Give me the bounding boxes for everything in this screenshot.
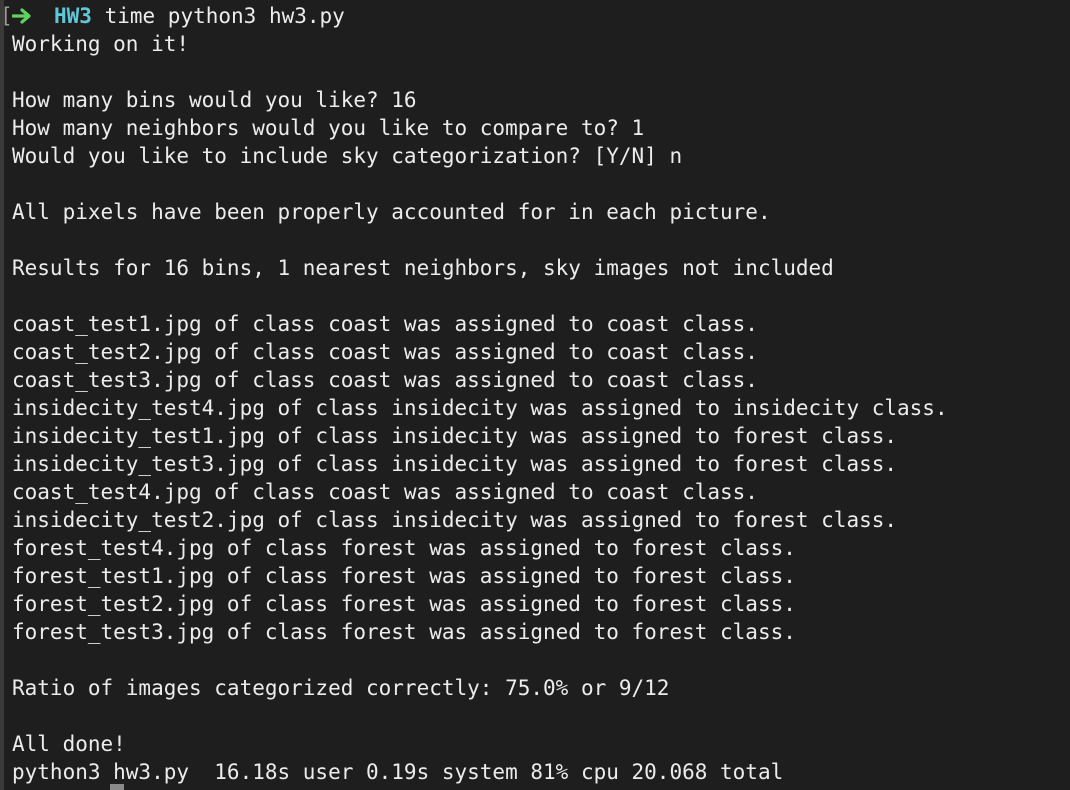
output-line: Results for 16 bins, 1 nearest neighbors… [12, 256, 834, 280]
terminal-window[interactable]: [ HW3 time python3 hw3.py Working on it!… [0, 0, 1070, 790]
output-line: coast_test1.jpg of class coast was assig… [12, 312, 758, 336]
text-cursor [110, 784, 124, 790]
output-line: insidecity_test2.jpg of class insidecity… [12, 508, 898, 532]
output-line: forest_test4.jpg of class forest was ass… [12, 536, 796, 560]
output-line: python3 hw3.py 16.18s user 0.19s system … [12, 760, 784, 784]
output-line: Working on it! [12, 32, 190, 56]
output-line: insidecity_test1.jpg of class insidecity… [12, 424, 898, 448]
output-line: How many bins would you like? 16 [12, 88, 417, 112]
output-line: All done! [12, 732, 126, 756]
output-line: forest_test2.jpg of class forest was ass… [12, 592, 796, 616]
output-line: forest_test1.jpg of class forest was ass… [12, 564, 796, 588]
prompt-command: time python3 hw3.py [104, 4, 345, 28]
output-line: coast_test3.jpg of class coast was assig… [12, 368, 758, 392]
output-line: insidecity_test4.jpg of class insidecity… [12, 396, 948, 420]
output-line: How many neighbors would you like to com… [12, 116, 645, 140]
prompt-directory: HW3 [54, 4, 92, 28]
arrow-right-icon [12, 8, 31, 24]
output-line: coast_test2.jpg of class coast was assig… [12, 340, 758, 364]
window-edge [0, 0, 4, 790]
output-line: insidecity_test3.jpg of class insidecity… [12, 452, 898, 476]
prompt-bracket: [ [0, 4, 13, 28]
output-line: coast_test4.jpg of class coast was assig… [12, 480, 758, 504]
output-line: Would you like to include sky categoriza… [12, 144, 683, 168]
output-line: All pixels have been properly accounted … [12, 200, 771, 224]
output-line: forest_test3.jpg of class forest was ass… [12, 620, 796, 644]
prompt-line: HW3 time python3 hw3.py [54, 2, 345, 30]
output-line: Ratio of images categorized correctly: 7… [12, 676, 670, 700]
